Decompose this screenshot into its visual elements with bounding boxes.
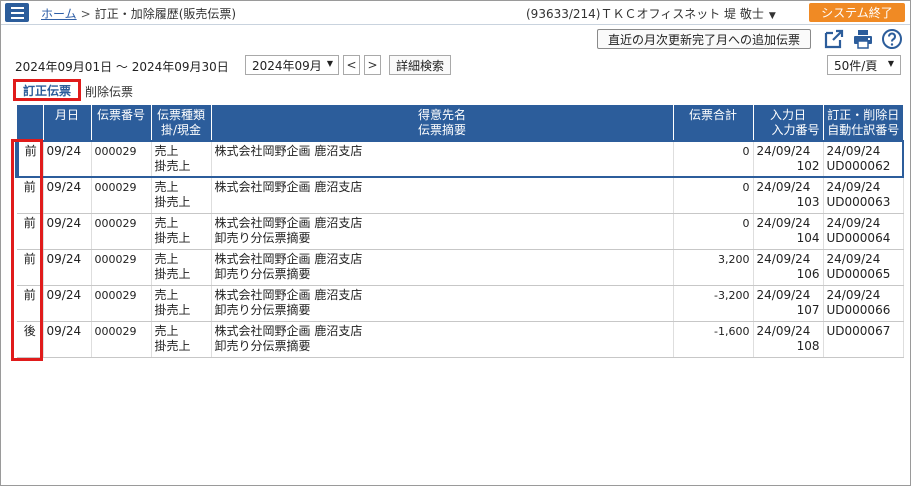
chevron-down-icon: ▼ <box>326 59 333 68</box>
voucher-type-cell: 売上 掛売上 <box>151 249 212 286</box>
print-icon[interactable] <box>852 28 874 50</box>
top-bar: ホーム > 訂正・加除履歴(販売伝票) (93633/214)ＴＫＣオフィスネット … <box>1 1 910 25</box>
voucher-no-cell: 000029 <box>91 140 152 178</box>
column-header-voucher-type[interactable]: 伝票種類 掛/現金 <box>151 105 212 141</box>
input-cell: 24/09/24 103 <box>753 177 824 214</box>
voucher-no-cell: 000029 <box>91 177 152 214</box>
table-row[interactable]: 前 09/24 000029 売上 掛売上 株式会社岡野企画 鹿沼支店 卸売り分伝票摘要 3,… <box>17 249 904 286</box>
voucher-type-cell: 売上 掛売上 <box>151 140 212 178</box>
table-row[interactable]: 前 09/24 000029 売上 掛売上 株式会社岡野企画 鹿沼支店 0 24/09/24 1… <box>17 177 904 214</box>
correction-cell: 24/09/24 UD000064 <box>823 213 904 250</box>
correction-cell: 24/09/24 UD000063 <box>823 177 904 214</box>
customer-cell: 株式会社岡野企画 鹿沼支店 卸売り分伝票摘要 <box>211 285 674 322</box>
correction-cell: UD000067 <box>823 321 904 358</box>
tab-corrected-vouchers[interactable]: 訂正伝票 <box>13 79 81 101</box>
system-end-button[interactable]: システム終了 <box>809 3 905 22</box>
voucher-table: 月日 伝票番号 伝票種類 掛/現金 得意先名 伝票摘要 伝票合計 入力日 入力番号 訂… <box>15 105 904 358</box>
input-cell: 24/09/24 108 <box>753 321 824 358</box>
correction-cell: 24/09/24 UD000062 <box>823 140 904 178</box>
per-page-value: 50件/頁 <box>834 58 878 73</box>
date-cell: 09/24 <box>43 213 92 250</box>
total-cell: 0 <box>673 140 754 178</box>
per-page-select[interactable]: 50件/頁 ▼ <box>827 55 901 75</box>
period-range: 2024年09月01日 〜 2024年09月30日 <box>15 60 229 74</box>
input-cell: 24/09/24 104 <box>753 213 824 250</box>
month-select-value: 2024年09月 <box>252 58 322 73</box>
page-title: 訂正・加除履歴(販売伝票) <box>94 7 237 21</box>
flag-cell: 前 <box>17 177 44 214</box>
input-cell: 24/09/24 106 <box>753 249 824 286</box>
customer-cell: 株式会社岡野企画 鹿沼支店 卸売り分伝票摘要 <box>211 321 674 358</box>
breadcrumb: ホーム > 訂正・加除履歴(販売伝票) <box>41 5 236 22</box>
column-header-total[interactable]: 伝票合計 <box>673 105 754 141</box>
column-header-customer[interactable]: 得意先名 伝票摘要 <box>211 105 674 141</box>
date-cell: 09/24 <box>43 285 92 322</box>
date-cell: 09/24 <box>43 321 92 358</box>
voucher-type-cell: 売上 掛売上 <box>151 321 212 358</box>
detail-search-button[interactable]: 詳細検索 <box>389 55 451 75</box>
tab-deleted-vouchers[interactable]: 削除伝票 <box>85 83 133 100</box>
table-row[interactable]: 前 09/24 000029 売上 掛売上 株式会社岡野企画 鹿沼支店 0 24/09/24 1… <box>15 140 904 178</box>
next-month-button[interactable]: > <box>364 55 381 75</box>
total-cell: -1,600 <box>673 321 754 358</box>
date-cell: 09/24 <box>43 177 92 214</box>
month-select[interactable]: 2024年09月 ▼ <box>245 55 339 75</box>
user-menu[interactable]: (93633/214)ＴＫＣオフィスネット 堤 敬士 ▼ <box>526 5 776 22</box>
chevron-down-icon: ▼ <box>887 59 894 68</box>
total-cell: 0 <box>673 213 754 250</box>
column-header-date[interactable]: 月日 <box>43 105 92 141</box>
hamburger-menu-icon[interactable] <box>5 3 29 22</box>
column-header-input[interactable]: 入力日 入力番号 <box>753 105 824 141</box>
customer-cell: 株式会社岡野企画 鹿沼支店 卸売り分伝票摘要 <box>211 213 674 250</box>
customer-cell: 株式会社岡野企画 鹿沼支店 卸売り分伝票摘要 <box>211 249 674 286</box>
app-window: ホーム > 訂正・加除履歴(販売伝票) (93633/214)ＴＫＣオフィスネット … <box>0 0 911 486</box>
voucher-no-cell: 000029 <box>91 249 152 286</box>
table-header-row: 月日 伝票番号 伝票種類 掛/現金 得意先名 伝票摘要 伝票合計 入力日 入力番号 訂… <box>17 105 903 141</box>
help-icon[interactable] <box>881 28 903 50</box>
external-link-icon[interactable] <box>823 28 845 50</box>
input-cell: 24/09/24 102 <box>753 140 824 178</box>
voucher-no-cell: 000029 <box>91 213 152 250</box>
voucher-type-cell: 売上 掛売上 <box>151 213 212 250</box>
correction-cell: 24/09/24 UD000066 <box>823 285 904 322</box>
flag-cell: 前 <box>17 285 44 322</box>
input-cell: 24/09/24 107 <box>753 285 824 322</box>
user-name: (93633/214)ＴＫＣオフィスネット 堤 敬士 <box>526 7 764 21</box>
column-header-voucher-no[interactable]: 伝票番号 <box>91 105 152 141</box>
voucher-type-cell: 売上 掛売上 <box>151 285 212 322</box>
table-body: 前 09/24 000029 売上 掛売上 株式会社岡野企画 鹿沼支店 0 24/09/24 1… <box>15 140 904 358</box>
flag-cell: 前 <box>15 140 44 178</box>
table-row[interactable]: 後 09/24 000029 売上 掛売上 株式会社岡野企画 鹿沼支店 卸売り分伝票摘要 -1… <box>17 321 904 358</box>
chevron-down-icon: ▼ <box>768 11 776 21</box>
total-cell: -3,200 <box>673 285 754 322</box>
flag-cell: 前 <box>17 249 44 286</box>
correction-cell: 24/09/24 UD000065 <box>823 249 904 286</box>
prev-month-button[interactable]: < <box>343 55 360 75</box>
table-row[interactable]: 前 09/24 000029 売上 掛売上 株式会社岡野企画 鹿沼支店 卸売り分伝票摘要 -3… <box>17 285 904 322</box>
total-cell: 3,200 <box>673 249 754 286</box>
date-cell: 09/24 <box>43 140 92 178</box>
add-voucher-button[interactable]: 直近の月次更新完了月への追加伝票 <box>597 29 811 49</box>
column-header-correction[interactable]: 訂正・削除日 自動仕訳番号 <box>823 105 903 141</box>
flag-cell: 前 <box>17 213 44 250</box>
date-cell: 09/24 <box>43 249 92 286</box>
breadcrumb-separator: > <box>80 7 91 21</box>
voucher-no-cell: 000029 <box>91 285 152 322</box>
voucher-type-cell: 売上 掛売上 <box>151 177 212 214</box>
customer-cell: 株式会社岡野企画 鹿沼支店 <box>211 140 674 178</box>
breadcrumb-home-link[interactable]: ホーム <box>41 7 77 21</box>
flag-cell: 後 <box>17 321 44 358</box>
voucher-no-cell: 000029 <box>91 321 152 358</box>
table-row[interactable]: 前 09/24 000029 売上 掛売上 株式会社岡野企画 鹿沼支店 卸売り分伝票摘要 0 2… <box>17 213 904 250</box>
total-cell: 0 <box>673 177 754 214</box>
customer-cell: 株式会社岡野企画 鹿沼支店 <box>211 177 674 214</box>
column-header-flag <box>17 105 44 141</box>
